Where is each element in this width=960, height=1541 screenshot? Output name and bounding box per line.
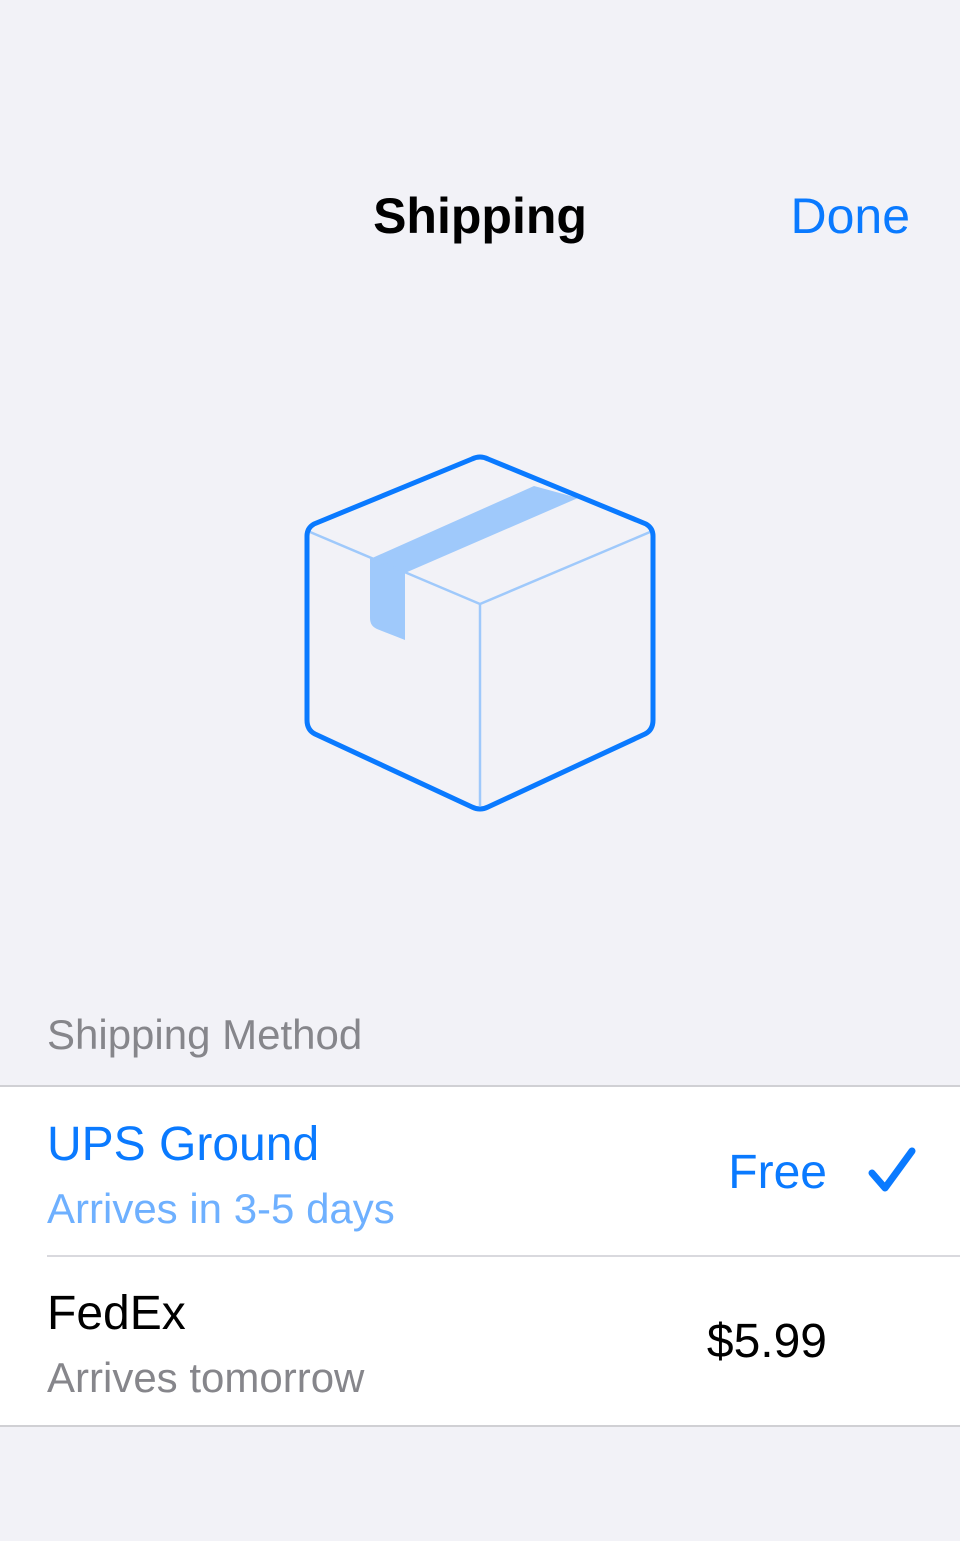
shipping-option-detail: Arrives in 3-5 days [47,1185,395,1232]
shipping-option-name: UPS Ground [47,1118,320,1171]
checkmark-icon [868,1147,916,1192]
section-header-shipping-method: Shipping Method [47,1011,363,1058]
shipping-option-name: FedEx [47,1287,186,1340]
shipping-option-price: $5.99 [706,1315,827,1368]
shipping-method-list: UPS Ground Arrives in 3-5 days Free FedE… [0,1085,960,1427]
shipping-option-price: Free [728,1146,827,1199]
shipping-option-detail: Arrives tomorrow [47,1354,365,1401]
box-tape [370,486,578,640]
box-inner-edges [309,530,651,806]
shipping-option-fedex[interactable]: FedEx Arrives tomorrow $5.99 [0,1255,960,1425]
navigation-bar: Shipping Done [0,0,960,300]
shipping-option-ups-ground[interactable]: UPS Ground Arrives in 3-5 days Free [0,1087,960,1256]
shipping-box-icon [304,454,656,812]
shipping-box-illustration [300,450,660,820]
done-button[interactable]: Done [790,186,910,246]
